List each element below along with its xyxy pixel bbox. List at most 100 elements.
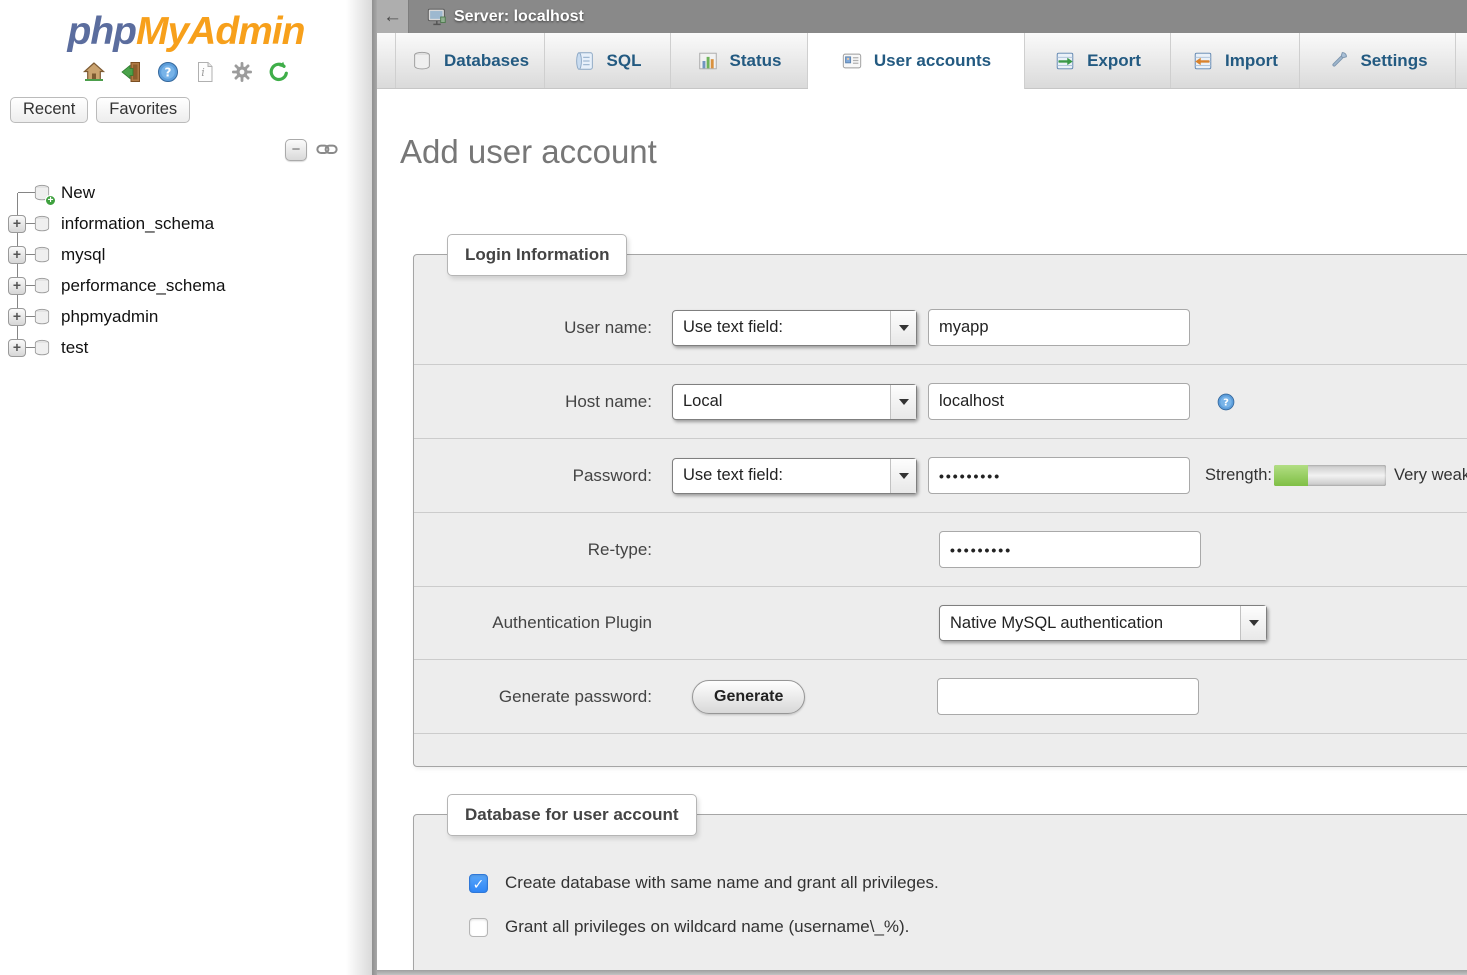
sidebar: phpMyAdmin ? i Recent Favorite xyxy=(0,0,372,975)
tab-settings[interactable]: Settings xyxy=(1300,33,1456,88)
select-value: Native MySQL authentication xyxy=(940,614,1240,633)
tab-sql[interactable]: SQL xyxy=(545,33,671,88)
grant-wildcard-checkbox[interactable] xyxy=(469,918,488,937)
logo-myadmin-part: MyAdmin xyxy=(136,10,305,53)
svg-text:?: ? xyxy=(1223,397,1229,408)
tree-item-database[interactable]: + test xyxy=(0,332,372,363)
host-help-icon[interactable]: ? xyxy=(1216,392,1236,412)
chevron-down-icon xyxy=(1240,606,1266,640)
tree-item-new[interactable]: + New xyxy=(0,177,372,208)
strength-text: Very weak xyxy=(1394,466,1467,485)
user-name-type-select[interactable]: Use text field: xyxy=(672,310,917,346)
home-icon[interactable] xyxy=(82,60,106,84)
server-breadcrumb-bar: ← Server: localhost xyxy=(377,0,1467,33)
sql-scroll-icon xyxy=(574,50,596,72)
gear-icon[interactable] xyxy=(230,60,254,84)
user-name-input[interactable] xyxy=(928,309,1190,346)
page-title: Add user account xyxy=(400,133,1467,171)
documentation-icon[interactable]: i xyxy=(193,60,217,84)
main-panel: ← Server: localhost Databases SQL Status… xyxy=(377,0,1467,975)
option-label: Create database with same name and grant… xyxy=(505,873,939,893)
tree-item-label: performance_schema xyxy=(61,276,225,296)
tree-item-label: mysql xyxy=(61,245,105,265)
authentication-plugin-select[interactable]: Native MySQL authentication xyxy=(939,605,1267,641)
tree-item-label: New xyxy=(61,183,95,203)
create-database-checkbox[interactable] xyxy=(469,874,488,893)
phpmyadmin-logo[interactable]: phpMyAdmin xyxy=(0,0,372,54)
retype-label: Re-type: xyxy=(414,540,652,560)
chevron-down-icon xyxy=(890,311,916,345)
tab-label: Status xyxy=(730,51,782,71)
strength-label: Strength: xyxy=(1205,466,1272,485)
tree-item-database[interactable]: + mysql xyxy=(0,239,372,270)
tab-import[interactable]: Import xyxy=(1171,33,1300,88)
link-with-main-panel-icon[interactable] xyxy=(316,142,338,158)
retype-row: Re-type: xyxy=(414,513,1467,587)
tab-label: User accounts xyxy=(874,51,991,71)
select-value: Use text field: xyxy=(673,466,890,485)
create-database-option[interactable]: Create database with same name and grant… xyxy=(469,873,1467,893)
back-arrow-button[interactable]: ← xyxy=(377,0,409,33)
select-value: Local xyxy=(673,392,890,411)
collapse-all-icon[interactable]: − xyxy=(285,139,307,161)
recent-favorites-bar: Recent Favorites xyxy=(10,97,372,123)
tab-databases[interactable]: Databases xyxy=(395,33,545,88)
generate-password-label: Generate password: xyxy=(414,687,652,707)
content-area: Add user account Login Information User … xyxy=(377,133,1467,975)
tab-label: Import xyxy=(1225,51,1278,71)
import-icon xyxy=(1192,50,1214,72)
user-accounts-icon xyxy=(841,50,863,72)
strength-meter xyxy=(1274,465,1386,486)
server-icon xyxy=(426,6,448,28)
favorites-button[interactable]: Favorites xyxy=(96,97,190,123)
expand-icon[interactable]: + xyxy=(8,339,26,357)
password-type-select[interactable]: Use text field: xyxy=(672,458,917,494)
wrench-icon xyxy=(1327,50,1349,72)
tree-item-database[interactable]: + information_schema xyxy=(0,208,372,239)
help-icon[interactable]: ? xyxy=(156,60,180,84)
expand-icon[interactable]: + xyxy=(8,308,26,326)
expand-icon[interactable]: + xyxy=(8,277,26,295)
login-information-legend: Login Information xyxy=(447,234,627,276)
horizontal-scrollbar[interactable] xyxy=(377,970,1467,975)
host-name-input[interactable] xyxy=(928,383,1190,420)
tab-user-accounts[interactable]: User accounts xyxy=(808,33,1025,89)
retype-password-input[interactable] xyxy=(939,531,1201,568)
tree-item-database[interactable]: + performance_schema xyxy=(0,270,372,301)
log-out-icon[interactable] xyxy=(119,60,143,84)
user-name-label: User name: xyxy=(414,318,652,338)
database-icon xyxy=(411,50,433,72)
database-icon xyxy=(32,276,52,296)
password-input[interactable] xyxy=(928,457,1190,494)
expand-icon[interactable]: + xyxy=(8,215,26,233)
breadcrumb-server-title[interactable]: Server: localhost xyxy=(454,8,584,26)
generate-button[interactable]: Generate xyxy=(692,680,805,714)
svg-text:i: i xyxy=(201,66,205,79)
tree-controls: − xyxy=(0,139,338,161)
logo-php-part: php xyxy=(68,10,136,53)
recent-button[interactable]: Recent xyxy=(10,97,88,123)
host-name-type-select[interactable]: Local xyxy=(672,384,917,420)
database-icon xyxy=(32,245,52,265)
tree-item-label: phpmyadmin xyxy=(61,307,158,327)
authentication-plugin-row: Authentication Plugin Native MySQL authe… xyxy=(414,587,1467,660)
tab-label: Settings xyxy=(1360,51,1427,71)
database-for-user-fieldset: Database for user account Create databas… xyxy=(413,814,1467,975)
generated-password-input[interactable] xyxy=(937,678,1199,715)
grant-wildcard-option[interactable]: Grant all privileges on wildcard name (u… xyxy=(469,917,1467,937)
tree-item-label: information_schema xyxy=(61,214,214,234)
sidebar-toolbar: ? i xyxy=(0,60,372,84)
tree-item-database[interactable]: + phpmyadmin xyxy=(0,301,372,332)
database-for-user-legend: Database for user account xyxy=(447,794,697,836)
host-name-label: Host name: xyxy=(414,392,652,412)
tab-export[interactable]: Export xyxy=(1025,33,1171,88)
expand-icon[interactable]: + xyxy=(8,246,26,264)
database-icon xyxy=(32,214,52,234)
chevron-down-icon xyxy=(890,459,916,493)
export-icon xyxy=(1054,50,1076,72)
chevron-down-icon xyxy=(890,385,916,419)
generate-password-row: Generate password: Generate xyxy=(414,660,1467,734)
tab-status[interactable]: Status xyxy=(671,33,808,88)
refresh-icon[interactable] xyxy=(267,60,291,84)
login-information-fieldset: Login Information User name: Use text fi… xyxy=(413,254,1467,767)
